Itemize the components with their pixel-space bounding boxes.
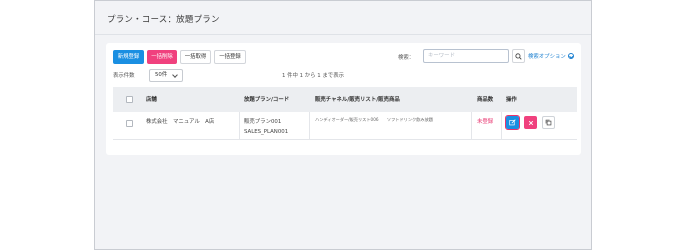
table-header: 店舗 放題プラン/コード 販売チャネル/販売リスト/販売商品 商品数 操作 — [113, 87, 577, 112]
title-divider — [95, 34, 591, 35]
row-checkbox[interactable] — [126, 120, 133, 127]
header-store: 店舗 — [146, 97, 157, 103]
header-actions: 操作 — [506, 97, 517, 103]
record-count: 1 件中 1 から 1 まで表示 — [282, 73, 344, 79]
column-divider — [309, 112, 310, 139]
per-page-value: 50件 — [155, 72, 168, 78]
search-icon — [515, 52, 522, 60]
per-page-select[interactable]: 50件 — [149, 69, 183, 82]
list-card: 新規登録 一括削除 一括取得 一括登録 検索： 検索オプション 表示件数 50件… — [106, 43, 581, 155]
cell-count: 未登録 — [477, 119, 494, 125]
edit-button[interactable] — [505, 115, 520, 130]
copy-button[interactable] — [542, 116, 555, 129]
cell-plan-name: 販売プラン001 — [244, 119, 282, 125]
page-title: プラン・コース：放題プラン — [107, 15, 220, 25]
search-options-label: 検索オプション — [528, 54, 566, 60]
column-divider — [239, 112, 240, 139]
header-plan: 放題プラン/コード — [244, 97, 290, 103]
close-icon — [528, 120, 533, 125]
search-input[interactable] — [423, 49, 509, 63]
search-label: 検索： — [398, 55, 415, 61]
cell-store: 株式会社 マニュアル A店 — [146, 119, 215, 125]
delete-button[interactable] — [524, 116, 537, 129]
select-all-checkbox[interactable] — [126, 96, 133, 103]
per-page-label: 表示件数 — [113, 73, 135, 79]
new-button[interactable]: 新規登録 — [113, 50, 144, 64]
search-options-link[interactable]: 検索オプション — [528, 53, 574, 61]
copy-icon — [545, 119, 552, 126]
table-row: 株式会社 マニュアル A店 販売プラン001 SALES_PLAN001 ハンデ… — [113, 112, 577, 140]
chevron-down-icon — [172, 72, 178, 78]
bulk-get-button[interactable]: 一括取得 — [180, 50, 211, 64]
bulk-delete-button[interactable]: 一括削除 — [147, 50, 177, 64]
header-count: 商品数 — [477, 97, 494, 103]
column-divider — [471, 112, 472, 139]
cell-channel: ハンディオーダー/販売リスト006 ソフトドリンク飲み放題 — [315, 117, 433, 122]
chevron-circle-icon — [567, 53, 574, 59]
column-divider — [501, 112, 502, 139]
cell-plan-code: SALES_PLAN001 — [244, 129, 289, 135]
search-button[interactable] — [512, 49, 525, 63]
bulk-register-button[interactable]: 一括登録 — [214, 50, 246, 64]
header-channel: 販売チャネル/販売リスト/販売商品 — [315, 97, 400, 103]
edit-icon — [509, 119, 516, 126]
main-panel: プラン・コース：放題プラン 新規登録 一括削除 一括取得 一括登録 検索： 検索… — [94, 0, 592, 250]
